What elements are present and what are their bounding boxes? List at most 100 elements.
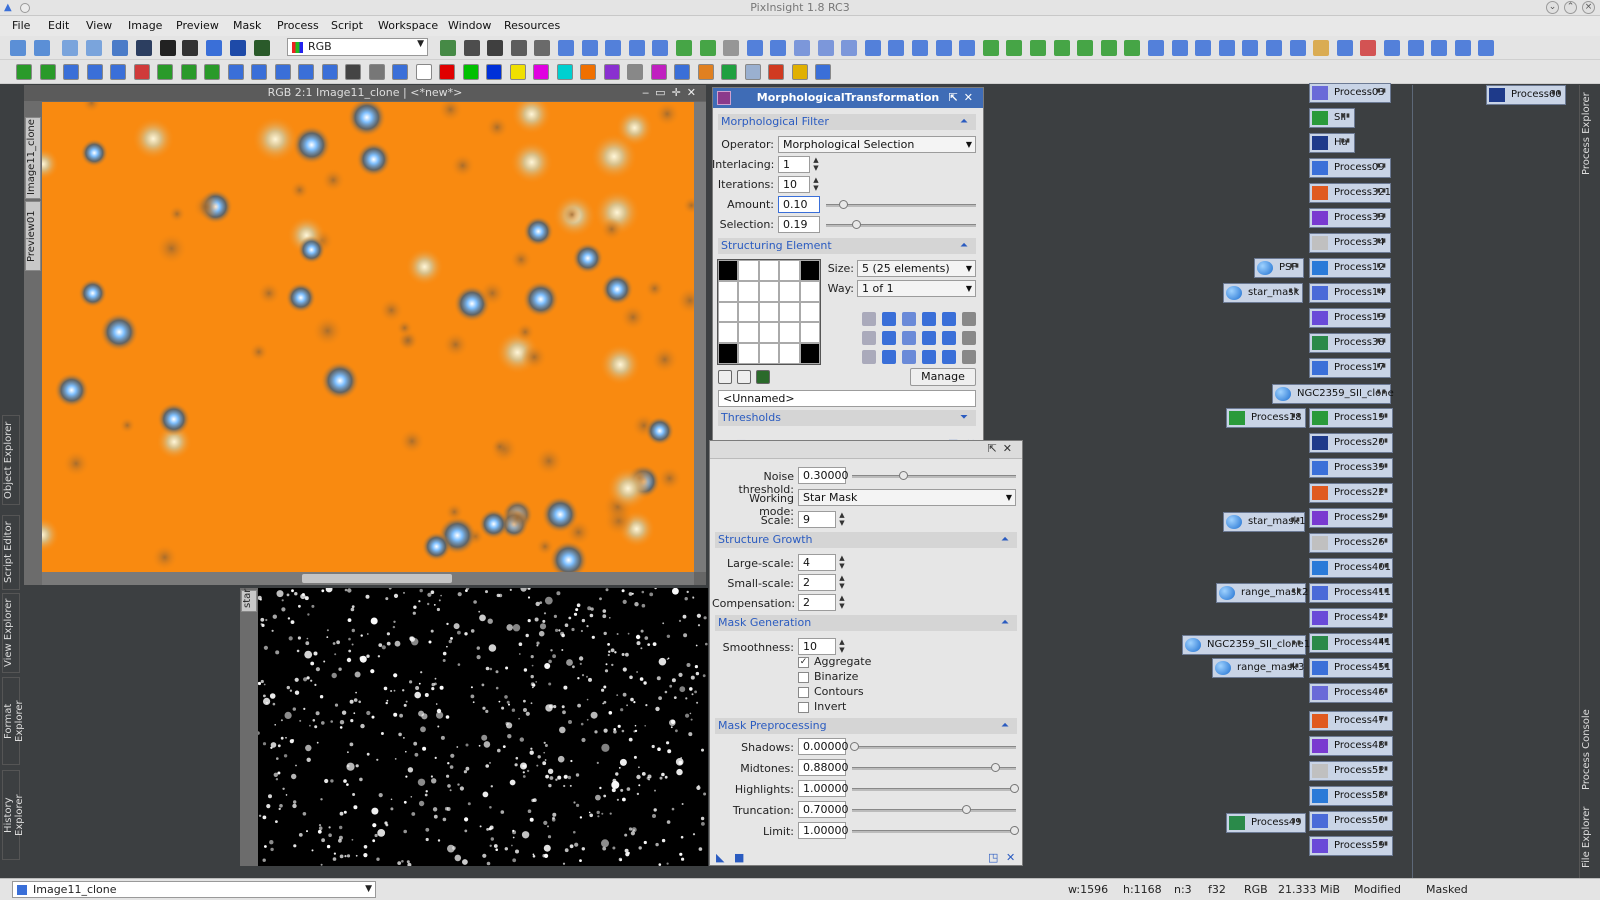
new-image-icon[interactable] bbox=[112, 40, 128, 56]
limit-field[interactable]: 1.00000 bbox=[798, 822, 849, 839]
process-icon-process14[interactable]: Process14 ▘▘ bbox=[1309, 283, 1391, 303]
process-icon-sii[interactable]: SII ▘▘ bbox=[1309, 108, 1355, 128]
process-icon-star_mask[interactable]: star_mask ▘▘ bbox=[1223, 283, 1303, 303]
toolbar-tool-icon[interactable] bbox=[841, 40, 858, 56]
highlights-field[interactable]: 1.00000 bbox=[798, 780, 849, 797]
structure-tool-icon[interactable] bbox=[922, 312, 936, 326]
toolbar-tool-icon[interactable] bbox=[1431, 40, 1448, 56]
limit-slider[interactable] bbox=[852, 830, 1016, 833]
toolbar-tool-icon[interactable] bbox=[982, 40, 999, 56]
contours-checkbox[interactable] bbox=[798, 687, 809, 698]
menu-file[interactable]: File bbox=[12, 19, 30, 32]
smoothness-field[interactable]: 10 bbox=[798, 638, 836, 655]
toolbar-tool-icon[interactable] bbox=[1006, 40, 1023, 56]
toolbar-tool-icon[interactable] bbox=[251, 64, 267, 80]
process-icon-process34[interactable]: Process34 ▘▘ bbox=[1309, 233, 1391, 253]
structure-tool-icon[interactable] bbox=[962, 312, 976, 326]
toolbar-tool-icon[interactable] bbox=[1313, 40, 1330, 56]
process-icon-process411[interactable]: Process411 ▘▘ bbox=[1309, 583, 1393, 603]
structure-tool-icon[interactable] bbox=[862, 350, 876, 364]
structure-tool-icon[interactable] bbox=[862, 312, 876, 326]
process-icon-process60[interactable]: Process60 ▘▘ bbox=[1486, 85, 1566, 105]
panel-header[interactable]: MorphologicalTransformation ⇱✕ bbox=[713, 88, 983, 108]
process-icon-process12[interactable]: Process12 ▘▘ bbox=[1309, 258, 1391, 278]
toolbar-tool-icon[interactable] bbox=[605, 40, 622, 56]
toolbar-tool-icon[interactable] bbox=[935, 40, 952, 56]
process-icon-range_mask2[interactable]: range_mask2 ▘▘ bbox=[1216, 583, 1308, 603]
selection-slider[interactable] bbox=[826, 224, 976, 227]
toolbar-tool-icon[interactable] bbox=[627, 64, 643, 80]
toolbar-tool-icon[interactable] bbox=[721, 64, 737, 80]
toolbar-tool-icon[interactable] bbox=[888, 40, 905, 56]
toolbar-tool-icon[interactable] bbox=[864, 40, 881, 56]
menu-workspace[interactable]: Workspace bbox=[378, 19, 438, 32]
toolbar-tool-icon[interactable] bbox=[628, 40, 645, 56]
toolbar-tool-icon[interactable] bbox=[487, 40, 504, 56]
toolbar-tool-icon[interactable] bbox=[558, 40, 574, 56]
toolbar-tool-icon[interactable] bbox=[157, 64, 173, 80]
menu-edit[interactable]: Edit bbox=[48, 19, 69, 32]
color-space-select[interactable]: RGB ▼ bbox=[287, 38, 428, 56]
process-icon-process441[interactable]: Process441 ▘▘ bbox=[1309, 633, 1393, 653]
tab-history-explorer[interactable]: History Explorer bbox=[2, 770, 25, 860]
image-window[interactable]: RGB 2:1 Image11_clone | <*new*> ‒▭✛✕ Ima… bbox=[24, 85, 706, 585]
toolbar-tool-icon[interactable] bbox=[1384, 40, 1400, 56]
toolbar-tool-icon[interactable] bbox=[676, 40, 692, 56]
toolbar-tool-icon[interactable] bbox=[533, 64, 549, 80]
toolbar-tool-icon[interactable] bbox=[321, 64, 338, 80]
limit-slider-knob[interactable] bbox=[1010, 826, 1019, 835]
tab-view-explorer[interactable]: View Explorer bbox=[2, 593, 20, 673]
minimize-icon[interactable]: ⌄ bbox=[1546, 1, 1559, 14]
process-icon-process26[interactable]: Process26 ▘▘ bbox=[1309, 533, 1393, 553]
toolbar-tool-icon[interactable] bbox=[463, 40, 480, 56]
toolbar-tool-icon[interactable] bbox=[912, 40, 928, 56]
way-select[interactable]: 1 of 1 ▼ bbox=[857, 280, 976, 297]
process-icon-process46[interactable]: Process46 ▘▘ bbox=[1309, 683, 1393, 703]
star-mask-canvas[interactable] bbox=[258, 588, 708, 866]
screen-icon[interactable] bbox=[206, 40, 222, 56]
invert-checkbox[interactable] bbox=[798, 702, 809, 713]
toolbar-tool-icon[interactable] bbox=[1289, 40, 1306, 56]
redo-icon[interactable] bbox=[34, 40, 50, 56]
noise-threshold-field[interactable]: 0.30000 bbox=[798, 467, 849, 484]
toolbar-tool-icon[interactable] bbox=[510, 40, 527, 56]
toolbar-tool-icon[interactable] bbox=[415, 64, 432, 80]
section-mask-generation[interactable]: Mask Generation ⏶ bbox=[715, 615, 1017, 631]
duplicate-icon[interactable] bbox=[136, 40, 152, 56]
toolbar-tool-icon[interactable] bbox=[439, 64, 455, 80]
mask-icon[interactable] bbox=[254, 40, 270, 56]
toolbar-tool-icon[interactable] bbox=[440, 40, 456, 56]
process-icon-process38[interactable]: Process38 ▘▘ bbox=[1309, 333, 1391, 353]
structure-tool-icon[interactable] bbox=[922, 331, 936, 345]
tab-preview01[interactable]: Preview01 bbox=[25, 201, 41, 271]
open-icon[interactable] bbox=[62, 40, 78, 56]
process-icon-process401[interactable]: Process401 ▘▘ bbox=[1309, 558, 1393, 578]
close-icon[interactable]: × bbox=[1582, 1, 1595, 14]
truncation-slider[interactable] bbox=[852, 809, 1016, 812]
structure-tool-icon[interactable] bbox=[882, 312, 896, 326]
structure-tool-icon[interactable] bbox=[942, 350, 956, 364]
menu-preview[interactable]: Preview bbox=[176, 19, 219, 32]
menu-mask[interactable]: Mask bbox=[233, 19, 261, 32]
process-icon-process42[interactable]: Process42 ▘▘ bbox=[1309, 608, 1393, 628]
toolbar-tool-icon[interactable] bbox=[556, 64, 573, 80]
section-structuring-element[interactable]: Structuring Element ⏶ bbox=[718, 238, 976, 254]
process-icon-psf[interactable]: PSF ▘▘ bbox=[1254, 258, 1304, 278]
toolbar-tool-icon[interactable] bbox=[1478, 40, 1495, 56]
toolbar-tool-icon[interactable] bbox=[39, 64, 56, 80]
process-icon-process52[interactable]: Process52 ▘▘ bbox=[1309, 761, 1393, 781]
toolbar-tool-icon[interactable] bbox=[298, 64, 314, 80]
reset-element-icon[interactable] bbox=[718, 370, 732, 384]
process-icon-process03[interactable]: Process03 ▘▘ bbox=[1309, 83, 1391, 103]
toolbar-tool-icon[interactable] bbox=[603, 64, 620, 80]
structure-tool-icon[interactable] bbox=[902, 312, 916, 326]
scale-field[interactable]: 9 bbox=[798, 511, 836, 528]
large-scale-field[interactable]: 4 bbox=[798, 554, 836, 571]
process-icon-process18[interactable]: Process18 ▘▘ bbox=[1226, 408, 1306, 428]
selection-field[interactable]: 0.19 bbox=[778, 216, 820, 233]
structure-tool-icon[interactable] bbox=[922, 350, 936, 364]
toolbar-tool-icon[interactable] bbox=[345, 64, 361, 80]
toolbar-tool-icon[interactable] bbox=[815, 64, 831, 80]
process-icon-process17[interactable]: Process17 ▘▘ bbox=[1309, 358, 1391, 378]
structure-tool-icon[interactable] bbox=[882, 331, 896, 345]
